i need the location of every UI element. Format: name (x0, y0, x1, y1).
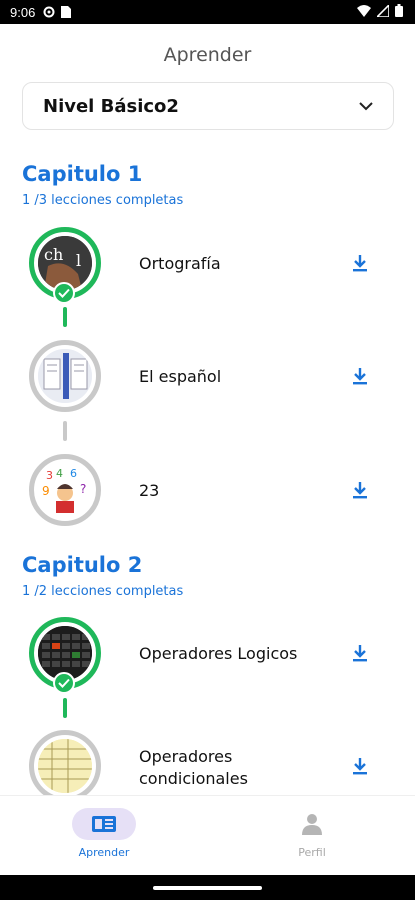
completed-check-icon (53, 282, 75, 304)
signal-icon (377, 4, 389, 17)
nav-item-aprender[interactable]: Aprender (34, 808, 174, 859)
completed-check-icon (53, 672, 75, 694)
level-dropdown[interactable]: Nivel Básico2 (22, 82, 394, 130)
table-image-icon (38, 739, 92, 793)
numbers-image-icon: 3 4 6 9 ? (38, 463, 92, 517)
lesson-thumbnail[interactable]: 3 4 6 9 ? (29, 454, 101, 526)
lesson-title: 23 (139, 481, 160, 500)
svg-text:ch: ch (44, 245, 63, 264)
svg-text:9: 9 (42, 484, 50, 498)
svg-text:?: ? (80, 482, 86, 496)
svg-text:l: l (76, 251, 81, 270)
lesson-title: Operadores condicionales (139, 747, 248, 788)
svg-text:3: 3 (46, 469, 53, 482)
nav-item-perfil[interactable]: Perfil (242, 808, 382, 859)
download-icon[interactable] (350, 643, 370, 663)
lesson-thumbnail[interactable] (29, 340, 101, 412)
lesson-item-23[interactable]: 3 4 6 9 ? 23 (0, 454, 415, 544)
level-dropdown-value: Nivel Básico2 (43, 95, 179, 117)
svg-text:6: 6 (70, 467, 77, 480)
nav-label: Aprender (78, 846, 130, 859)
lesson-title: Operadores Logicos (139, 644, 298, 663)
chapter-progress: 1 /3 lecciones completas (22, 193, 184, 208)
wifi-icon (357, 4, 371, 17)
page-title: Aprender (163, 44, 252, 66)
download-icon[interactable] (350, 756, 370, 776)
document-image-icon (38, 349, 92, 403)
status-time: 9:06 (10, 4, 36, 20)
settings-notification-icon (43, 6, 55, 18)
lessons-list[interactable]: Capitulo 1 1 /3 lecciones completas ch l… (0, 145, 415, 795)
person-icon (302, 814, 322, 835)
gesture-navigation-bar (0, 875, 415, 900)
lesson-item-el-espanol[interactable]: El español (0, 340, 415, 430)
chapter-title: Capitulo 1 (22, 162, 143, 186)
nav-label: Perfil (298, 846, 326, 859)
nav-icon-container (280, 808, 344, 840)
chapter-progress: 1 /2 lecciones completas (22, 584, 184, 599)
download-icon[interactable] (350, 480, 370, 500)
chevron-down-icon (359, 101, 373, 110)
bottom-navigation: Aprender Perfil (0, 795, 415, 876)
chapter-title: Capitulo 2 (22, 553, 143, 577)
battery-icon (395, 4, 403, 17)
lesson-thumbnail[interactable] (29, 730, 101, 795)
lesson-item-operadores-logicos[interactable]: Operadores Logicos (0, 617, 415, 707)
lesson-item-operadores-condicionales[interactable]: Operadores condicionales (0, 730, 415, 795)
svg-text:4: 4 (56, 467, 63, 480)
nav-active-indicator (72, 808, 136, 840)
status-bar: 9:06 (0, 0, 415, 24)
lesson-title: Ortografía (139, 254, 221, 273)
lesson-connector (63, 421, 67, 441)
sim-card-icon (61, 6, 72, 18)
lesson-title: El español (139, 367, 222, 386)
download-icon[interactable] (350, 253, 370, 273)
lesson-connector (63, 698, 67, 718)
lesson-connector (63, 307, 67, 327)
download-icon[interactable] (350, 366, 370, 386)
book-icon (92, 816, 116, 832)
home-gesture-handle[interactable] (153, 886, 262, 890)
lesson-item-ortografia[interactable]: ch l Ortografía (0, 227, 415, 317)
